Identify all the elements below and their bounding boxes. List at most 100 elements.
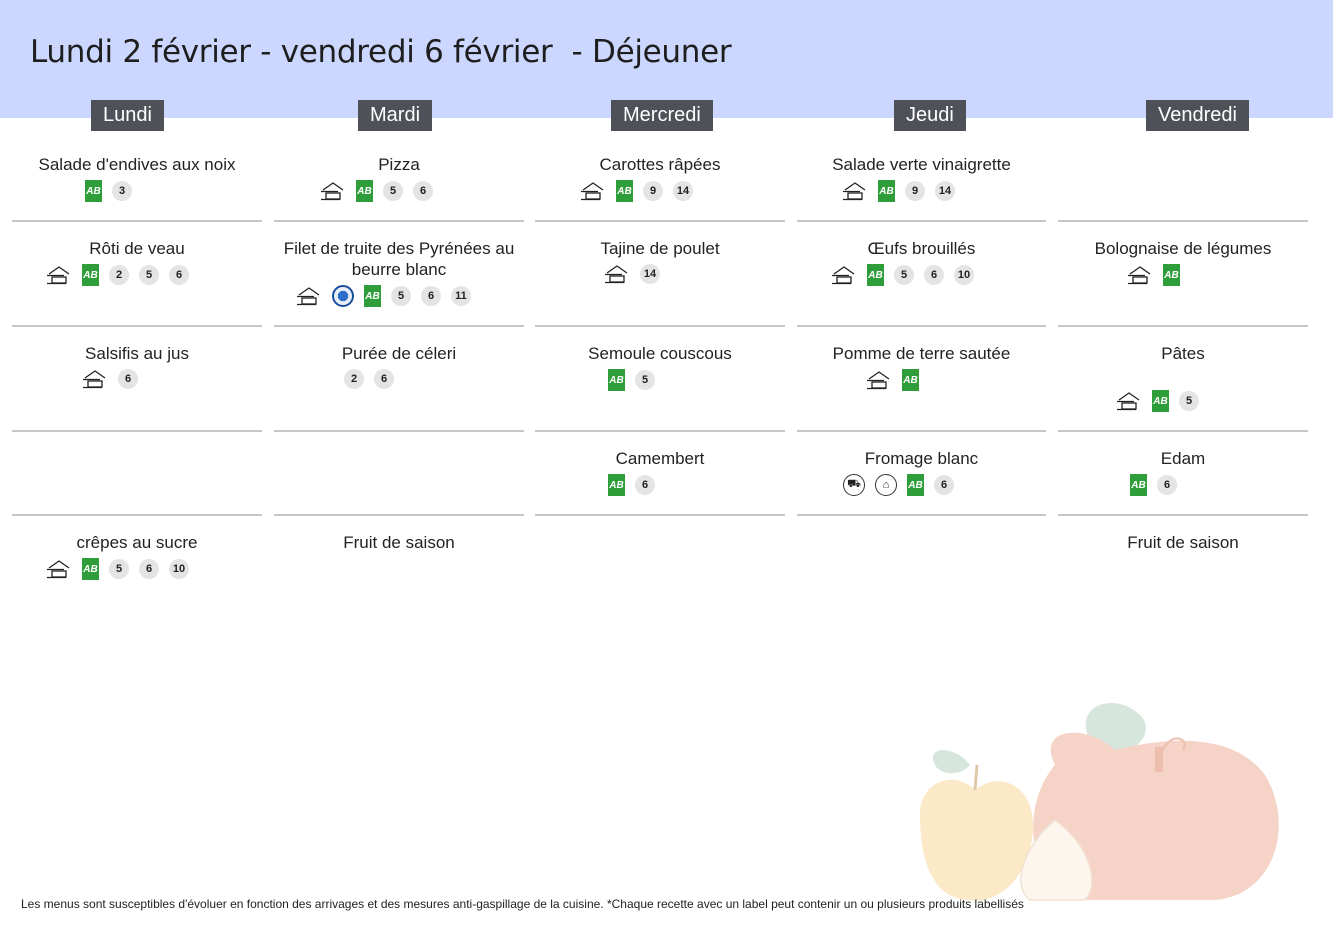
organic-label-icon: AB (364, 285, 381, 307)
footer-note: Les menus sont susceptibles d'évoluer en… (21, 897, 1024, 911)
labels-jeudi-main: AB 5 6 10 (831, 264, 974, 286)
homemade-icon (46, 265, 72, 285)
organic-label-icon: AB (867, 264, 884, 286)
dish-mardi-dessert: Fruit de saison (343, 533, 455, 552)
page-title: Lundi 2 février - vendredi 6 février - D… (30, 34, 732, 70)
allergen-badge: 6 (118, 369, 138, 389)
organic-label-icon: AB (616, 180, 633, 202)
labels-jeudi-cheese: ⛟ ⌂ AB 6 (843, 474, 954, 496)
homemade-icon (604, 264, 630, 284)
allergen-badge: 2 (109, 265, 129, 285)
allergen-badge: 6 (635, 475, 655, 495)
apple-stem-icon (973, 764, 979, 791)
homemade-icon (580, 181, 606, 201)
allergen-badge: 5 (139, 265, 159, 285)
organic-label-icon: AB (608, 474, 625, 496)
allergen-badge: 5 (894, 265, 914, 285)
dish-jeudi-side: Pomme de terre sautée (832, 344, 1011, 363)
row-separator (797, 220, 1046, 222)
row-separator (1058, 325, 1308, 327)
organic-label-icon: AB (902, 369, 919, 391)
row-separator (535, 220, 785, 222)
allergen-badge: 6 (413, 181, 433, 201)
row-separator (12, 514, 262, 516)
labels-jeudi-starter: AB 9 14 (842, 180, 955, 202)
fruit-illustration (920, 702, 1279, 901)
organic-label-icon: AB (1152, 390, 1169, 412)
labels-mardi-starter: AB 5 6 (320, 180, 433, 202)
row-separator (274, 325, 524, 327)
dish-mercredi-side: Semoule couscous (588, 344, 732, 363)
allergen-badge: 14 (640, 264, 660, 284)
labels-mercredi-main: 14 (604, 264, 660, 284)
allergen-badge: 6 (139, 559, 159, 579)
labels-jeudi-side: AB (866, 369, 919, 391)
allergen-badge: 10 (169, 559, 189, 579)
allergen-badge: 6 (924, 265, 944, 285)
organic-label-icon: AB (356, 180, 373, 202)
allergen-badge: 11 (451, 286, 471, 306)
allergen-badge: 9 (905, 181, 925, 201)
labels-lundi-starter: AB 3 (85, 180, 132, 202)
allergen-badge: 5 (635, 370, 655, 390)
homemade-icon (46, 559, 72, 579)
homemade-icon (831, 265, 857, 285)
homemade-icon (1127, 265, 1153, 285)
row-separator (797, 325, 1046, 327)
allergen-badge: 6 (421, 286, 441, 306)
row-separator (797, 514, 1046, 516)
row-separator (274, 220, 524, 222)
allergen-badge: 5 (391, 286, 411, 306)
row-separator (535, 430, 785, 432)
row-separator (12, 430, 262, 432)
pumpkin-stem-icon (1155, 747, 1163, 772)
labels-mardi-side: 2 6 (344, 369, 394, 389)
labels-lundi-dessert: AB 5 6 10 (46, 558, 189, 580)
labels-lundi-main: AB 2 5 6 (46, 264, 189, 286)
day-header-mercredi: Mercredi (611, 100, 713, 131)
labels-vendredi-main: AB (1127, 264, 1180, 286)
dish-mardi-main: Filet de truite des Pyrénées au beurre b… (283, 239, 515, 279)
dish-lundi-side: Salsifis au jus (85, 344, 189, 363)
row-separator (274, 514, 524, 516)
day-header-mardi: Mardi (358, 100, 433, 131)
allergen-badge: 6 (169, 265, 189, 285)
allergen-badge: 6 (934, 475, 954, 495)
day-header-jeudi: Jeudi (894, 100, 966, 131)
row-separator (12, 220, 262, 222)
row-separator (274, 430, 524, 432)
labels-vendredi-cheese: AB 6 (1130, 474, 1177, 496)
dish-vendredi-cheese: Edam (1160, 449, 1206, 468)
organic-label-icon: AB (907, 474, 924, 496)
day-header-lundi: Lundi (91, 100, 164, 131)
apple-leaf-icon (933, 750, 970, 774)
tractor-icon: ⛟ (843, 474, 865, 496)
organic-label-icon: AB (608, 369, 625, 391)
dish-lundi-starter: Salade d'endives aux noix (38, 155, 236, 174)
allergen-badge: 5 (1179, 391, 1199, 411)
homemade-icon (1116, 391, 1142, 411)
organic-label-icon: AB (1130, 474, 1147, 496)
dish-mardi-side: Purée de céleri (341, 344, 457, 363)
allergen-badge: 2 (344, 369, 364, 389)
quality-label-icon (332, 285, 354, 307)
homemade-icon (296, 286, 322, 306)
homemade-icon (866, 370, 892, 390)
day-header-vendredi: Vendredi (1146, 100, 1249, 131)
labels-mardi-main: AB 5 6 11 (296, 285, 471, 307)
homemade-icon (82, 369, 108, 389)
dish-mercredi-cheese: Camembert (615, 449, 705, 468)
organic-label-icon: AB (82, 264, 99, 286)
row-separator (535, 325, 785, 327)
allergen-badge: 6 (374, 369, 394, 389)
dish-mardi-starter: Pizza (378, 155, 420, 174)
dish-mercredi-starter: Carottes râpées (599, 155, 721, 174)
apple-icon (920, 779, 1034, 901)
allergen-badge: 10 (954, 265, 974, 285)
local-origin-icon: ⌂ (875, 474, 897, 496)
dish-vendredi-side: Pâtes (1161, 344, 1205, 363)
dish-lundi-main: Rôti de veau (89, 239, 185, 258)
row-separator (1058, 514, 1308, 516)
allergen-badge: 9 (643, 181, 663, 201)
homemade-icon (842, 181, 868, 201)
